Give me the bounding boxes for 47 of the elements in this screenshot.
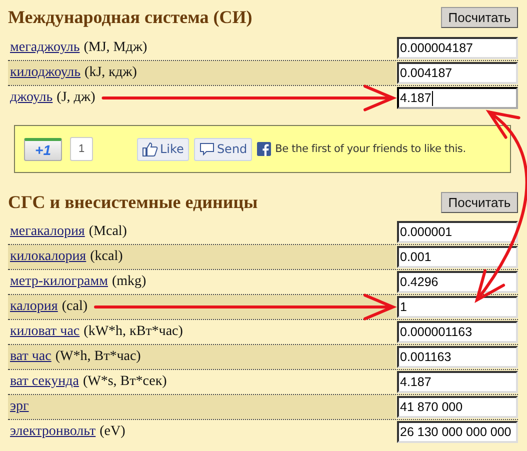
value-field[interactable]: 0.001 <box>397 246 518 268</box>
calculate-button[interactable]: Посчитать <box>441 192 518 212</box>
share-count: 1 <box>70 137 93 161</box>
unit-link[interactable]: мегаджоуль <box>10 40 80 56</box>
unit-link[interactable]: килоджоуль <box>10 65 81 81</box>
value-field[interactable]: 0.000001 <box>397 221 518 243</box>
value-field[interactable]: 41 870 000 <box>397 396 518 418</box>
section-title: Международная система (СИ) <box>8 6 252 28</box>
unit-symbols: (W*s, Вт*сек) <box>82 374 167 390</box>
speech-bubble-icon <box>198 141 215 157</box>
unit-link[interactable]: мегакалория <box>10 224 85 240</box>
unit-symbols: (J, дж) <box>56 90 96 106</box>
thumbs-up-icon <box>142 141 158 157</box>
unit-link[interactable]: электронвольт <box>10 424 96 440</box>
send-button[interactable]: Send <box>194 138 252 160</box>
unit-link[interactable]: калория <box>10 299 58 315</box>
value-field[interactable]: 0.4296 <box>397 271 518 293</box>
unit-symbols: (mkg) <box>112 274 146 290</box>
unit-symbols: (kW*h, кВт*час) <box>84 324 183 340</box>
value-field[interactable]: 0.000004187 <box>397 37 518 59</box>
unit-symbols: (kcal) <box>90 249 123 265</box>
social-icon[interactable] <box>257 142 272 156</box>
value-field[interactable]: 0.004187 <box>397 62 518 84</box>
value-field[interactable]: 0.000001163 <box>397 321 518 343</box>
calculate-button[interactable]: Посчитать <box>441 6 518 28</box>
unit-link[interactable]: метр-килограмм <box>10 274 108 290</box>
unit-link[interactable]: эрг <box>10 399 29 415</box>
unit-link[interactable]: ват час <box>10 349 52 365</box>
plus-one-button[interactable]: +1 <box>24 138 62 160</box>
like-prompt: Be the first of your friends to like this. <box>275 143 466 155</box>
unit-symbols: (eV) <box>100 424 126 440</box>
value-field[interactable]: 4.187 <box>397 87 518 109</box>
unit-symbols: (cal) <box>62 299 88 315</box>
section-title: СГС и внесистемные единицы <box>8 192 258 212</box>
value-field[interactable]: 0.001163 <box>397 346 518 368</box>
like-button[interactable]: Like <box>137 138 189 160</box>
unit-link[interactable]: джоуль <box>10 90 53 106</box>
unit-symbols: (W*h, Вт*час) <box>55 349 141 365</box>
unit-link[interactable]: ват секунда <box>10 374 79 390</box>
value-field[interactable]: 4.187 <box>397 371 518 393</box>
value-field[interactable]: 1 <box>397 296 518 318</box>
value-field[interactable]: 26 130 000 000 000 <box>397 421 518 443</box>
unit-symbols: (kJ, кдж) <box>84 65 137 81</box>
unit-symbols: (MJ, Мдж) <box>84 40 148 56</box>
unit-symbols: (Mcal) <box>88 224 127 240</box>
unit-link[interactable]: килокалория <box>10 249 86 265</box>
unit-link[interactable]: киловат час <box>10 324 80 340</box>
